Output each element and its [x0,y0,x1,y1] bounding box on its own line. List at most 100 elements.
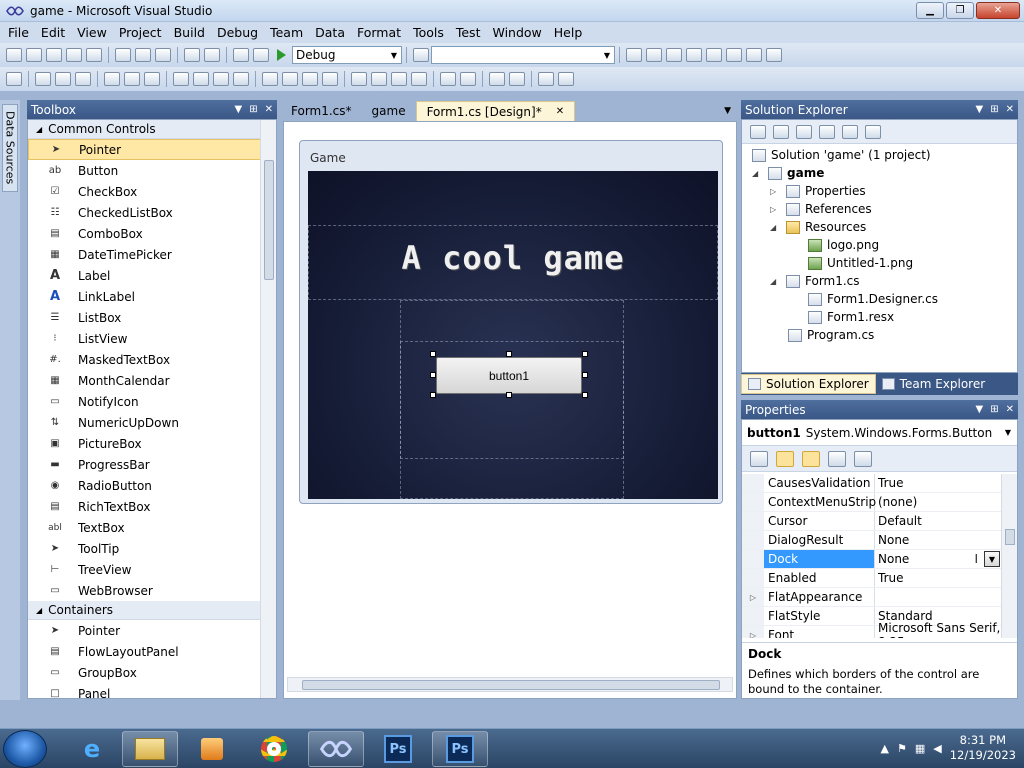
menu-debug[interactable]: Debug [211,25,264,40]
tree-node-properties[interactable]: ▷ Properties [770,182,866,200]
view-code-icon[interactable] [819,124,835,139]
property-row[interactable]: ▷FontMicrosoft Sans Serif, 8.25 [742,621,1002,638]
toolbox-item-pointer-containers[interactable]: ➤ Pointer [28,620,276,641]
start-debugging-icon[interactable] [277,49,286,61]
toolbox-item-richtextbox[interactable]: ▤ RichTextBox [28,496,276,517]
file-explorer-icon[interactable] [122,731,178,767]
view-designer-icon[interactable] [842,124,858,139]
visual-studio-taskbar-icon[interactable] [308,731,364,767]
menu-format[interactable]: Format [351,25,407,40]
media-player-icon[interactable] [184,731,240,767]
increase-vertical-spacing-icon[interactable] [371,72,387,86]
toolbar-options-icon[interactable] [558,72,574,86]
decrease-vertical-spacing-icon[interactable] [391,72,407,86]
send-to-back-icon[interactable] [509,72,525,86]
property-row-dock[interactable]: Dock None I ▼ [742,550,1002,569]
expand-arrow-icon[interactable]: ▷ [770,187,780,196]
redo-icon[interactable] [204,48,220,62]
tools-icon[interactable] [706,48,722,62]
menu-tools[interactable]: Tools [407,25,450,40]
solution-explorer-icon[interactable] [626,48,642,62]
chrome-icon[interactable] [246,731,302,767]
show-all-files-icon[interactable] [773,124,789,139]
alphabetical-icon[interactable] [776,450,794,467]
toolbox-item-numericupdown[interactable]: ⇅ NumericUpDown [28,412,276,433]
navigate-icon[interactable] [233,48,249,62]
tab-solution-explorer[interactable]: Solution Explorer [741,374,876,394]
dock-dropdown-button[interactable]: ▼ [984,551,1000,567]
resize-handle[interactable] [430,372,436,378]
property-row[interactable]: Cursor Default [742,512,1002,531]
toolbox-item-progressbar[interactable]: ▬ ProgressBar [28,454,276,475]
close-tab-icon[interactable]: ✕ [556,106,564,117]
properties-scrollbar[interactable] [1001,474,1017,638]
align-centers-icon[interactable] [55,72,71,86]
window-position-icon[interactable]: ▼ [235,104,243,115]
menu-view[interactable]: View [71,25,113,40]
toolbox-item-tooltip[interactable]: ➤ ToolTip [28,538,276,559]
start-page-icon[interactable] [726,48,742,62]
tree-node-solution[interactable]: Solution 'game' (1 project) [752,146,931,164]
tree-node-project[interactable]: ◢ game [752,164,824,182]
toolbox-item-button[interactable]: ab Button [28,160,276,181]
toolbox-icon[interactable] [686,48,702,62]
resize-handle[interactable] [506,351,512,357]
scrollbar-thumb[interactable] [264,160,274,280]
toolbox-item-checkedlistbox[interactable]: ☷ CheckedListBox [28,202,276,223]
class-diagram-icon[interactable] [865,124,881,139]
close-icon[interactable]: ✕ [1006,104,1014,115]
align-lefts-icon[interactable] [35,72,51,86]
increase-spacing-icon[interactable] [282,72,298,86]
remove-vertical-spacing-icon[interactable] [411,72,427,86]
close-button[interactable]: ✕ [976,2,1020,19]
property-row[interactable]: CausesValidation True [742,474,1002,493]
toolbox-item-datetimepicker[interactable]: ▦ DateTimePicker [28,244,276,265]
toolbox-item-listbox[interactable]: ☰ ListBox [28,307,276,328]
make-same-size-icon[interactable] [233,72,249,86]
game-title-label[interactable]: A cool game [308,239,718,277]
tab-team-explorer[interactable]: Team Explorer [876,374,992,394]
expand-arrow-icon[interactable]: ▷ [770,205,780,214]
vertical-spacing-icon[interactable] [351,72,367,86]
show-hidden-icons-icon[interactable]: ▲ [880,742,888,755]
tree-node-resources[interactable]: ◢ Resources [770,218,866,236]
tree-node-references[interactable]: ▷ References [770,200,872,218]
window-position-icon[interactable]: ▼ [976,104,984,115]
scrollbar-thumb[interactable] [1005,529,1015,545]
tab-game[interactable]: game [362,101,416,121]
toolbox-item-picturebox[interactable]: ▣ PictureBox [28,433,276,454]
toolbox-item-maskedtextbox[interactable]: #. MaskedTextBox [28,349,276,370]
resize-handle[interactable] [506,392,512,398]
object-browser-icon[interactable] [666,48,682,62]
extension-icon[interactable] [746,48,762,62]
property-pages-icon[interactable] [854,450,872,467]
toolbox-item-webbrowser[interactable]: ▭ WebBrowser [28,580,276,601]
flag-icon[interactable]: ⚑ [897,742,907,755]
internet-explorer-icon[interactable]: e [64,731,120,767]
collapse-arrow-icon[interactable]: ◢ [770,277,780,286]
solution-configuration-select[interactable]: Debug ▼ [292,46,402,64]
scrollbar-thumb[interactable] [302,680,720,690]
undo-icon[interactable] [184,48,200,62]
network-icon[interactable]: ▦ [915,742,925,755]
paste-icon[interactable] [155,48,171,62]
property-row[interactable]: ▷ FlatAppearance [742,588,1002,607]
tab-form1-design[interactable]: Form1.cs [Design]* ✕ [415,101,576,121]
toolbox-item-panel[interactable]: □ Panel [28,683,276,699]
make-same-width-icon[interactable] [173,72,189,86]
horizontal-spacing-icon[interactable] [262,72,278,86]
tab-form1-code[interactable]: Form1.cs* [281,101,362,121]
active-files-dropdown-icon[interactable]: ▼ [724,106,731,116]
data-sources-tab[interactable]: Data Sources [2,104,18,192]
toolbox-item-treeview[interactable]: ⊢ TreeView [28,559,276,580]
tree-node-program[interactable]: Program.cs [788,326,874,344]
toolbox-item-listview[interactable]: ⁝ ListView [28,328,276,349]
properties-icon[interactable] [750,124,766,139]
minimize-button[interactable]: ▁ [916,2,944,19]
toolbox-item-notifyicon[interactable]: ▭ NotifyIcon [28,391,276,412]
find-combo[interactable]: ▼ [431,46,615,64]
toolbox-item-textbox[interactable]: abl TextBox [28,517,276,538]
toolbox-item-radiobutton[interactable]: ◉ RadioButton [28,475,276,496]
align-rights-icon[interactable] [75,72,91,86]
dock-value-field[interactable]: None I ▼ [875,550,1002,568]
